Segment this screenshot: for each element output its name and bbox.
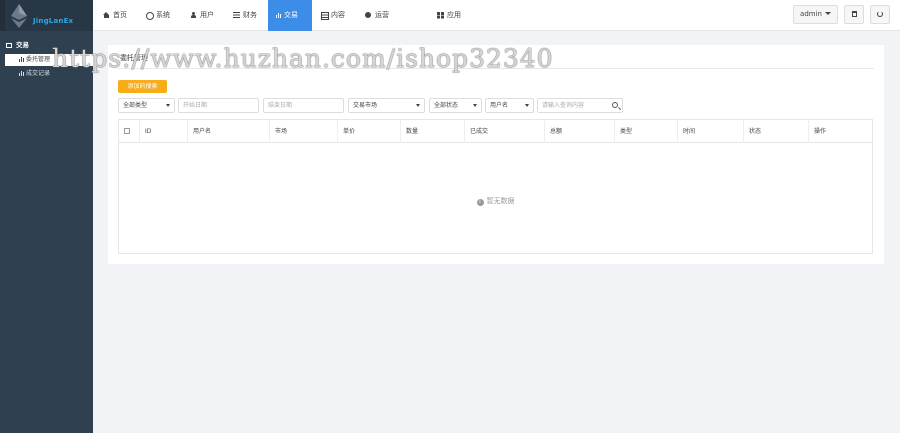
column-header[interactable]: 市场 bbox=[270, 120, 338, 143]
nav-label: 交易 bbox=[284, 11, 298, 19]
refresh-icon bbox=[877, 11, 883, 17]
table-header: ID 用户名 市场 单价 数量 已成交 总额 类型 时间 状态 操作 bbox=[119, 120, 872, 143]
nav-item-users[interactable]: 用户 bbox=[182, 0, 222, 31]
bar-chart-icon bbox=[19, 57, 24, 62]
nav-label: 运营 bbox=[375, 11, 389, 19]
nav-item-finance[interactable]: 财务 bbox=[225, 0, 265, 31]
column-header[interactable]: ID bbox=[140, 120, 188, 143]
select-all-checkbox[interactable] bbox=[124, 128, 130, 134]
nav-label: 用户 bbox=[200, 11, 214, 19]
chevron-down-icon bbox=[166, 104, 170, 107]
column-header[interactable]: 操作 bbox=[809, 120, 872, 143]
orders-table: ID 用户名 市场 单价 数量 已成交 总额 类型 时间 状态 操作 i 暂无数据 bbox=[118, 119, 873, 254]
grid-icon bbox=[437, 12, 444, 18]
chevron-down-icon bbox=[473, 104, 477, 107]
status-select[interactable]: 全部状态 bbox=[429, 98, 482, 113]
document-icon bbox=[321, 12, 329, 20]
column-header[interactable]: 时间 bbox=[678, 120, 744, 143]
column-header[interactable]: 单价 bbox=[338, 120, 401, 143]
add-search-button[interactable]: 添加的搜索 bbox=[118, 80, 167, 93]
empty-state: i 暂无数据 bbox=[119, 196, 872, 206]
home-icon bbox=[103, 12, 110, 18]
nav-item-apps[interactable]: 应用 bbox=[429, 0, 469, 31]
user-select[interactable]: 用户名 bbox=[485, 98, 534, 113]
brand-name: JingLanEx bbox=[33, 17, 74, 25]
refresh-button[interactable] bbox=[870, 5, 890, 24]
admin-dropdown[interactable]: admin bbox=[793, 5, 838, 24]
select-all-cell bbox=[119, 120, 140, 143]
sidebar-item-label: 委托管理 bbox=[26, 56, 51, 63]
search-icon[interactable] bbox=[612, 102, 618, 108]
empty-text: 暂无数据 bbox=[486, 197, 515, 205]
type-select[interactable]: 全部类型 bbox=[118, 98, 175, 113]
nav-item-trade[interactable]: 交易 bbox=[268, 0, 312, 31]
type-select-value: 全部类型 bbox=[123, 102, 148, 109]
top-nav: 首页 系统 用户 财务 交易 内容 运营 应用 admin bbox=[93, 0, 900, 31]
nav-label: 首页 bbox=[113, 11, 127, 19]
bar-chart-icon bbox=[276, 13, 281, 18]
info-icon: i bbox=[476, 199, 484, 206]
sidebar-section-label: 交易 bbox=[16, 41, 29, 49]
column-header[interactable]: 类型 bbox=[615, 120, 678, 143]
bar-chart-icon bbox=[19, 71, 24, 76]
market-select-value: 交易市场 bbox=[353, 102, 378, 109]
sidebar-item-label: 成交记录 bbox=[26, 70, 51, 77]
status-select-value: 全部状态 bbox=[434, 102, 459, 109]
user-icon bbox=[190, 12, 197, 18]
column-header[interactable]: 总额 bbox=[545, 120, 615, 143]
watermark: https://www.huzhan.com/ishop32340 bbox=[52, 44, 554, 73]
user-select-value: 用户名 bbox=[490, 102, 509, 109]
column-header[interactable]: 已成交 bbox=[465, 120, 545, 143]
chevron-down-icon bbox=[416, 104, 420, 107]
chevron-down-icon bbox=[525, 104, 529, 107]
nav-item-home[interactable]: 首页 bbox=[95, 0, 135, 31]
sidebar-edge bbox=[0, 0, 5, 31]
gear-icon bbox=[146, 12, 154, 20]
search-placeholder: 请输入查询内容 bbox=[542, 102, 585, 109]
menu-icon bbox=[6, 43, 12, 48]
nav-item-operations[interactable]: 运营 bbox=[357, 0, 397, 31]
logo[interactable]: JingLanEx bbox=[0, 0, 93, 31]
nav-label: 系统 bbox=[156, 11, 170, 19]
nav-label: 内容 bbox=[331, 11, 345, 19]
logo-diamond-icon bbox=[11, 4, 27, 28]
start-date-input[interactable]: 开始日期 bbox=[178, 98, 259, 113]
content-panel: 委托管理 添加的搜索 全部类型 开始日期 结束日期 交易市场 全部状态 用户名 … bbox=[108, 45, 884, 264]
caret-down-icon bbox=[824, 12, 831, 15]
column-header[interactable]: 数量 bbox=[401, 120, 465, 143]
end-date-input[interactable]: 结束日期 bbox=[263, 98, 344, 113]
clear-cache-button[interactable] bbox=[844, 5, 864, 24]
column-header[interactable]: 状态 bbox=[744, 120, 809, 143]
admin-label: admin bbox=[800, 10, 822, 18]
nav-label: 应用 bbox=[447, 11, 461, 19]
market-select[interactable]: 交易市场 bbox=[348, 98, 425, 113]
search-input[interactable]: 请输入查询内容 bbox=[537, 98, 623, 113]
trash-icon bbox=[851, 11, 857, 17]
nav-label: 财务 bbox=[243, 11, 257, 19]
nav-item-content[interactable]: 内容 bbox=[313, 0, 353, 31]
list-icon bbox=[233, 12, 240, 18]
column-header[interactable]: 用户名 bbox=[188, 120, 270, 143]
globe-icon bbox=[365, 12, 372, 18]
nav-item-system[interactable]: 系统 bbox=[138, 0, 178, 31]
